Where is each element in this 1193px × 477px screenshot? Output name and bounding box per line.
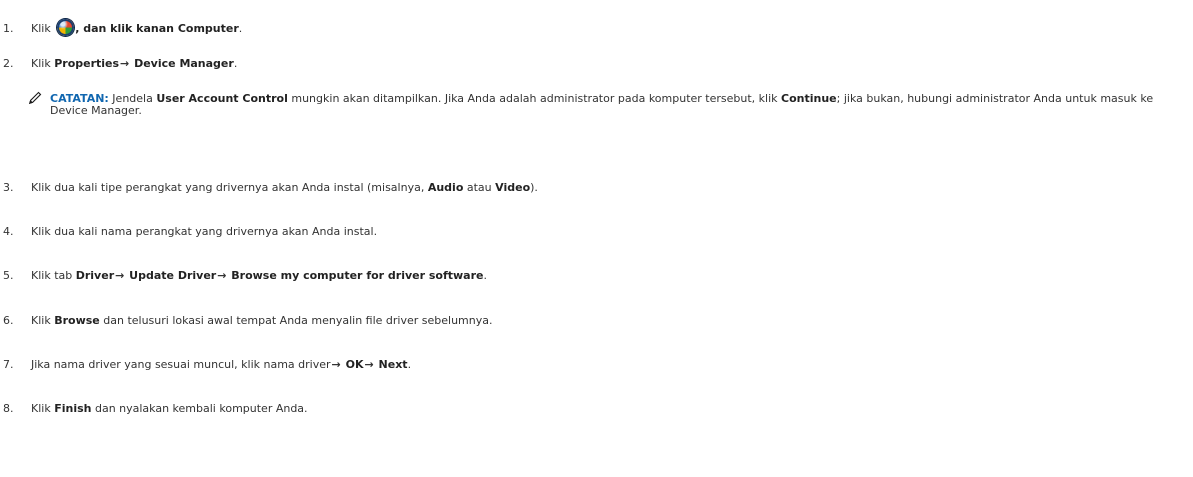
arrow-icon: → [331, 358, 341, 371]
arrow-icon: → [115, 269, 125, 282]
note-callout: CATATAN: Jendela User Account Control mu… [50, 93, 1180, 117]
bold-term: Browse [54, 314, 100, 327]
step-text: , dan klik kanan [75, 22, 178, 35]
bold-term: Device Manager [130, 57, 234, 70]
step-number: 1. [3, 22, 14, 35]
bold-term: Properties [54, 57, 120, 70]
step-number: 7. [3, 358, 14, 371]
step-text: ). [530, 181, 538, 194]
pencil-note-icon [29, 91, 42, 104]
windows-start-orb-icon [57, 19, 75, 36]
bold-term: Next [374, 358, 408, 371]
step-text: dan telusuri lokasi awal tempat Anda men… [99, 314, 493, 327]
bold-term: OK [341, 358, 364, 371]
step-7: 7. Jika nama driver yang sesuai muncul, k… [0, 358, 411, 372]
step-number: 6. [3, 314, 14, 327]
note-text: mungkin akan ditampilkan. Jika Anda adal… [287, 92, 782, 105]
step-6: 6. Klik Browse dan telusuri lokasi awal t… [0, 314, 493, 328]
step-text: . [233, 57, 238, 70]
step-1: 1. Klik , dan klik kanan Computer. [0, 19, 242, 36]
step-5: 5. Klik tab Driver→ Update Driver→ Browse… [0, 269, 487, 283]
step-4: 4. Klik dua kali nama perangkat yang driv… [0, 225, 377, 239]
step-number: 3. [3, 181, 14, 194]
step-text: Klik dua kali nama perangkat yang driver… [31, 225, 378, 238]
bold-term: Browse my computer for driver software [227, 269, 484, 282]
bold-term: Update Driver [125, 269, 217, 282]
step-text: dan nyalakan kembali komputer Anda. [91, 402, 308, 415]
step-number: 8. [3, 402, 14, 415]
step-number: 2. [3, 57, 14, 70]
step-text: atau [463, 181, 496, 194]
bold-term: Audio [427, 181, 464, 194]
arrow-icon: → [120, 57, 130, 70]
step-text: Klik [31, 57, 55, 70]
bold-term: Driver [75, 269, 115, 282]
step-number: 4. [3, 225, 14, 238]
arrow-icon: → [217, 269, 227, 282]
step-text: Klik tab [31, 269, 76, 282]
step-text: Klik [31, 22, 55, 35]
bold-term: Computer [177, 22, 239, 35]
step-text: Klik dua kali tipe perangkat yang driver… [31, 181, 428, 194]
step-3: 3. Klik dua kali tipe perangkat yang driv… [0, 181, 538, 195]
step-text: Klik [31, 402, 55, 415]
step-8: 8. Klik Finish dan nyalakan kembali kompu… [0, 402, 308, 416]
bold-term: Finish [54, 402, 92, 415]
bold-term: Continue [781, 92, 837, 105]
step-text: . [407, 358, 412, 371]
step-number: 5. [3, 269, 14, 282]
step-text: Jika nama driver yang sesuai muncul, kli… [31, 358, 331, 371]
instruction-document: 1. Klik , dan klik kanan Computer. 2. Klik… [0, 0, 1193, 477]
bold-term: User Account Control [156, 92, 288, 105]
step-text: . [238, 22, 243, 35]
step-2: 2. Klik Properties→ Device Manager. [0, 57, 237, 71]
step-text: Klik [31, 314, 55, 327]
step-text: . [483, 269, 487, 282]
bold-term: Video [495, 181, 531, 194]
arrow-icon: → [364, 358, 374, 371]
